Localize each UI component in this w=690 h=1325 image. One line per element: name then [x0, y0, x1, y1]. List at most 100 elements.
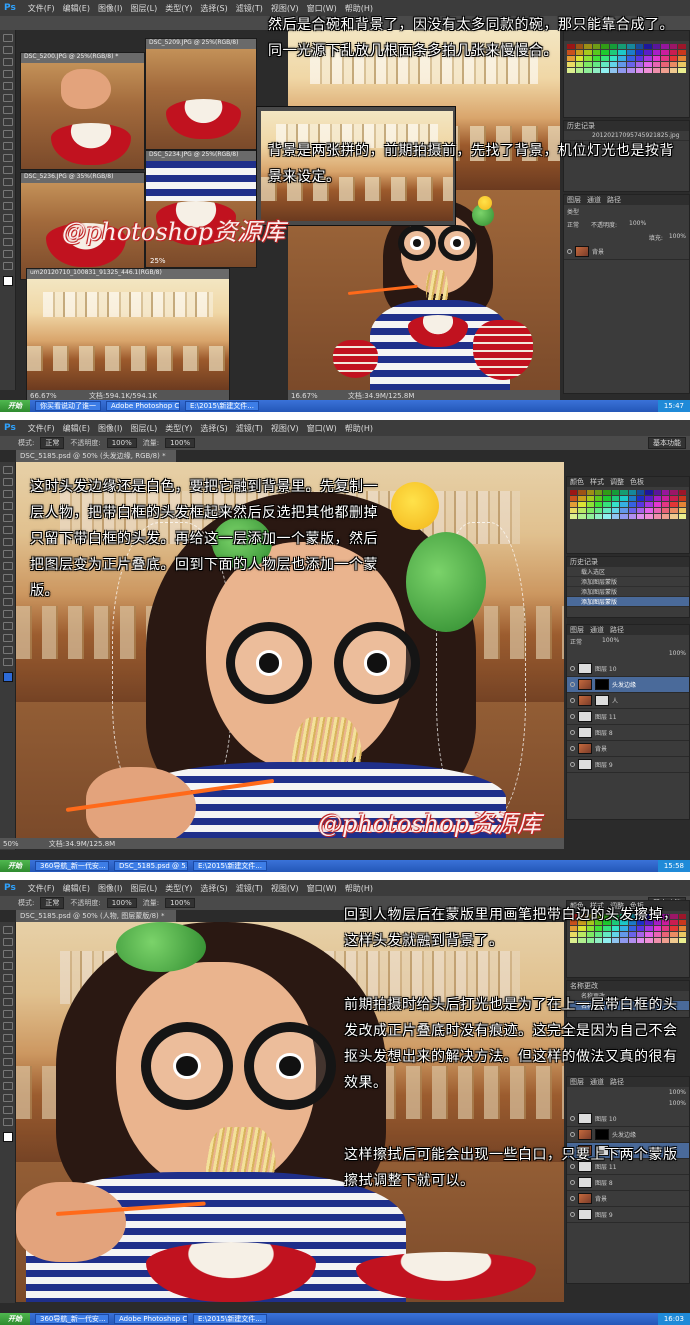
taskbar-item[interactable]: Adobe Photoshop CS6 — [106, 401, 180, 411]
color-swatch[interactable] — [678, 490, 686, 495]
color-swatch[interactable] — [620, 496, 628, 501]
menu-edit[interactable]: 编辑(E) — [63, 423, 90, 434]
blend-mode-select[interactable]: 正常 — [567, 220, 579, 229]
doc-window-title[interactable]: DSC_5209.JPG @ 25%(RGB/8) — [146, 39, 256, 49]
stamp-tool-icon[interactable] — [2, 130, 13, 138]
layer-row[interactable]: 图层 10 — [567, 1111, 689, 1127]
opacity-input[interactable]: 100% — [106, 438, 137, 448]
color-swatch[interactable] — [645, 490, 653, 495]
color-swatch[interactable] — [670, 514, 678, 519]
healing-tool-icon[interactable] — [2, 106, 13, 114]
pen-tool-icon[interactable] — [2, 1070, 13, 1078]
stamp-tool-icon[interactable] — [2, 1022, 13, 1030]
layer-row[interactable]: 图层 8 — [567, 725, 689, 741]
color-swatch[interactable] — [669, 68, 678, 73]
tab-adjustments[interactable]: 调整 — [610, 477, 624, 487]
menu-window[interactable]: 窗口(W) — [307, 423, 337, 434]
doc-window-title[interactable]: DSC_5200.JPG @ 25%(RGB/8) * — [21, 53, 144, 63]
color-swatch[interactable] — [678, 62, 686, 67]
color-swatch[interactable] — [586, 502, 595, 507]
menu-view[interactable]: 视图(V) — [271, 423, 299, 434]
color-swatch[interactable] — [603, 508, 611, 513]
color-swatch[interactable] — [586, 496, 595, 501]
zoom-tool-icon[interactable] — [2, 658, 13, 666]
brush-tool-icon[interactable] — [2, 1010, 13, 1018]
taskbar-item[interactable]: Adobe Photoshop CS6 — [114, 1314, 188, 1324]
menu-file[interactable]: 文件(F) — [28, 883, 55, 894]
marquee-tool-icon[interactable] — [2, 938, 13, 946]
color-swatch[interactable] — [678, 502, 686, 507]
menu-filter[interactable]: 滤镜(T) — [236, 423, 263, 434]
tab-channels[interactable]: 通道 — [587, 195, 601, 205]
menu-type[interactable]: 类型(Y) — [165, 883, 192, 894]
flow-input[interactable]: 100% — [165, 438, 196, 448]
tab-swatches[interactable]: 色板 — [630, 477, 644, 487]
shape-tool-icon[interactable] — [2, 1094, 13, 1102]
color-swatch[interactable] — [635, 68, 644, 73]
gradient-tool-icon[interactable] — [2, 1046, 13, 1054]
taskbar-item[interactable]: 360导航_新一代安... — [35, 1314, 109, 1324]
color-swatch[interactable] — [570, 496, 578, 501]
lasso-tool-icon[interactable] — [2, 490, 13, 498]
layer-row[interactable]: 图层 10 — [567, 661, 689, 677]
opacity-input[interactable]: 100% — [106, 898, 137, 908]
doc-window-dsc5200[interactable]: DSC_5200.JPG @ 25%(RGB/8) * — [20, 52, 145, 170]
color-swatch[interactable] — [645, 514, 653, 519]
start-button[interactable]: 开始 — [0, 1313, 30, 1325]
layer-row[interactable]: 人 — [567, 693, 689, 709]
fill-value[interactable]: 100% — [669, 1100, 686, 1107]
layer-filter-kind[interactable]: 类型 — [567, 209, 579, 216]
color-swatch[interactable] — [653, 514, 661, 519]
color-swatch[interactable] — [628, 514, 636, 519]
taskbar-item[interactable]: 你买看说动了谁一 — [35, 401, 101, 411]
type-tool-icon[interactable] — [2, 214, 13, 222]
flow-input[interactable]: 100% — [165, 898, 196, 908]
color-swatch[interactable] — [645, 508, 653, 513]
color-swatch[interactable] — [601, 68, 609, 73]
menu-filter[interactable]: 滤镜(T) — [236, 883, 263, 894]
type-tool-icon[interactable] — [2, 622, 13, 630]
swatch-grid[interactable] — [567, 487, 689, 522]
document-tab[interactable]: DSC_5185.psd @ 50% (人物, 图层蒙版/8) * — [16, 910, 176, 922]
hand-tool-icon[interactable] — [2, 646, 13, 654]
color-swatch[interactable] — [678, 496, 686, 501]
color-swatch[interactable] — [653, 502, 661, 507]
menu-select[interactable]: 选择(S) — [200, 883, 227, 894]
color-swatch[interactable] — [611, 490, 620, 495]
mode-select[interactable]: 正常 — [40, 437, 65, 449]
color-swatch[interactable] — [592, 68, 601, 73]
color-swatch[interactable] — [611, 508, 620, 513]
tab-styles[interactable]: 样式 — [590, 477, 604, 487]
color-swatch[interactable] — [678, 44, 686, 49]
color-swatch[interactable] — [618, 68, 626, 73]
layer-row[interactable]: 头发边缘 — [567, 1127, 689, 1143]
color-swatch[interactable] — [586, 514, 595, 519]
history-item[interactable]: 添加图层蒙版 — [567, 587, 689, 597]
doc-window-dsc5234[interactable]: DSC_5234.JPG @ 25%(RGB/8) 25% — [145, 150, 257, 268]
menu-window[interactable]: 窗口(W) — [307, 883, 337, 894]
dodge-tool-icon[interactable] — [2, 190, 13, 198]
mode-select[interactable]: 正常 — [40, 897, 65, 909]
gradient-tool-icon[interactable] — [2, 586, 13, 594]
menu-help[interactable]: 帮助(H) — [345, 883, 373, 894]
main-document-canvas[interactable] — [16, 922, 564, 1302]
document-tab[interactable]: DSC_5185.psd @ 50% (头发边缘, RGB/8) * — [16, 450, 176, 462]
lasso-tool-icon[interactable] — [2, 950, 13, 958]
doc-window-restaurant[interactable]: um20120710_100831_91325_446.1(RGB/8) 66.… — [26, 268, 230, 402]
quick-select-tool-icon[interactable] — [2, 962, 13, 970]
healing-tool-icon[interactable] — [2, 998, 13, 1006]
opacity-value[interactable]: 100% — [602, 637, 619, 646]
visibility-eye-icon[interactable] — [567, 249, 572, 254]
layer-row[interactable]: 图层 11 — [567, 709, 689, 725]
taskbar-item[interactable]: 360导航_新一代安... — [35, 861, 109, 871]
color-swatch[interactable] — [652, 68, 661, 73]
color-swatch[interactable] — [670, 502, 678, 507]
workspace-select[interactable]: 基本功能 — [648, 437, 686, 449]
shape-tool-icon[interactable] — [2, 238, 13, 246]
opacity-value[interactable]: 100% — [629, 220, 646, 229]
move-tool-icon[interactable] — [2, 34, 13, 42]
gradient-tool-icon[interactable] — [2, 166, 13, 174]
color-swatch[interactable] — [603, 502, 611, 507]
fill-value[interactable]: 100% — [669, 233, 686, 242]
color-swatch[interactable] — [678, 68, 686, 73]
